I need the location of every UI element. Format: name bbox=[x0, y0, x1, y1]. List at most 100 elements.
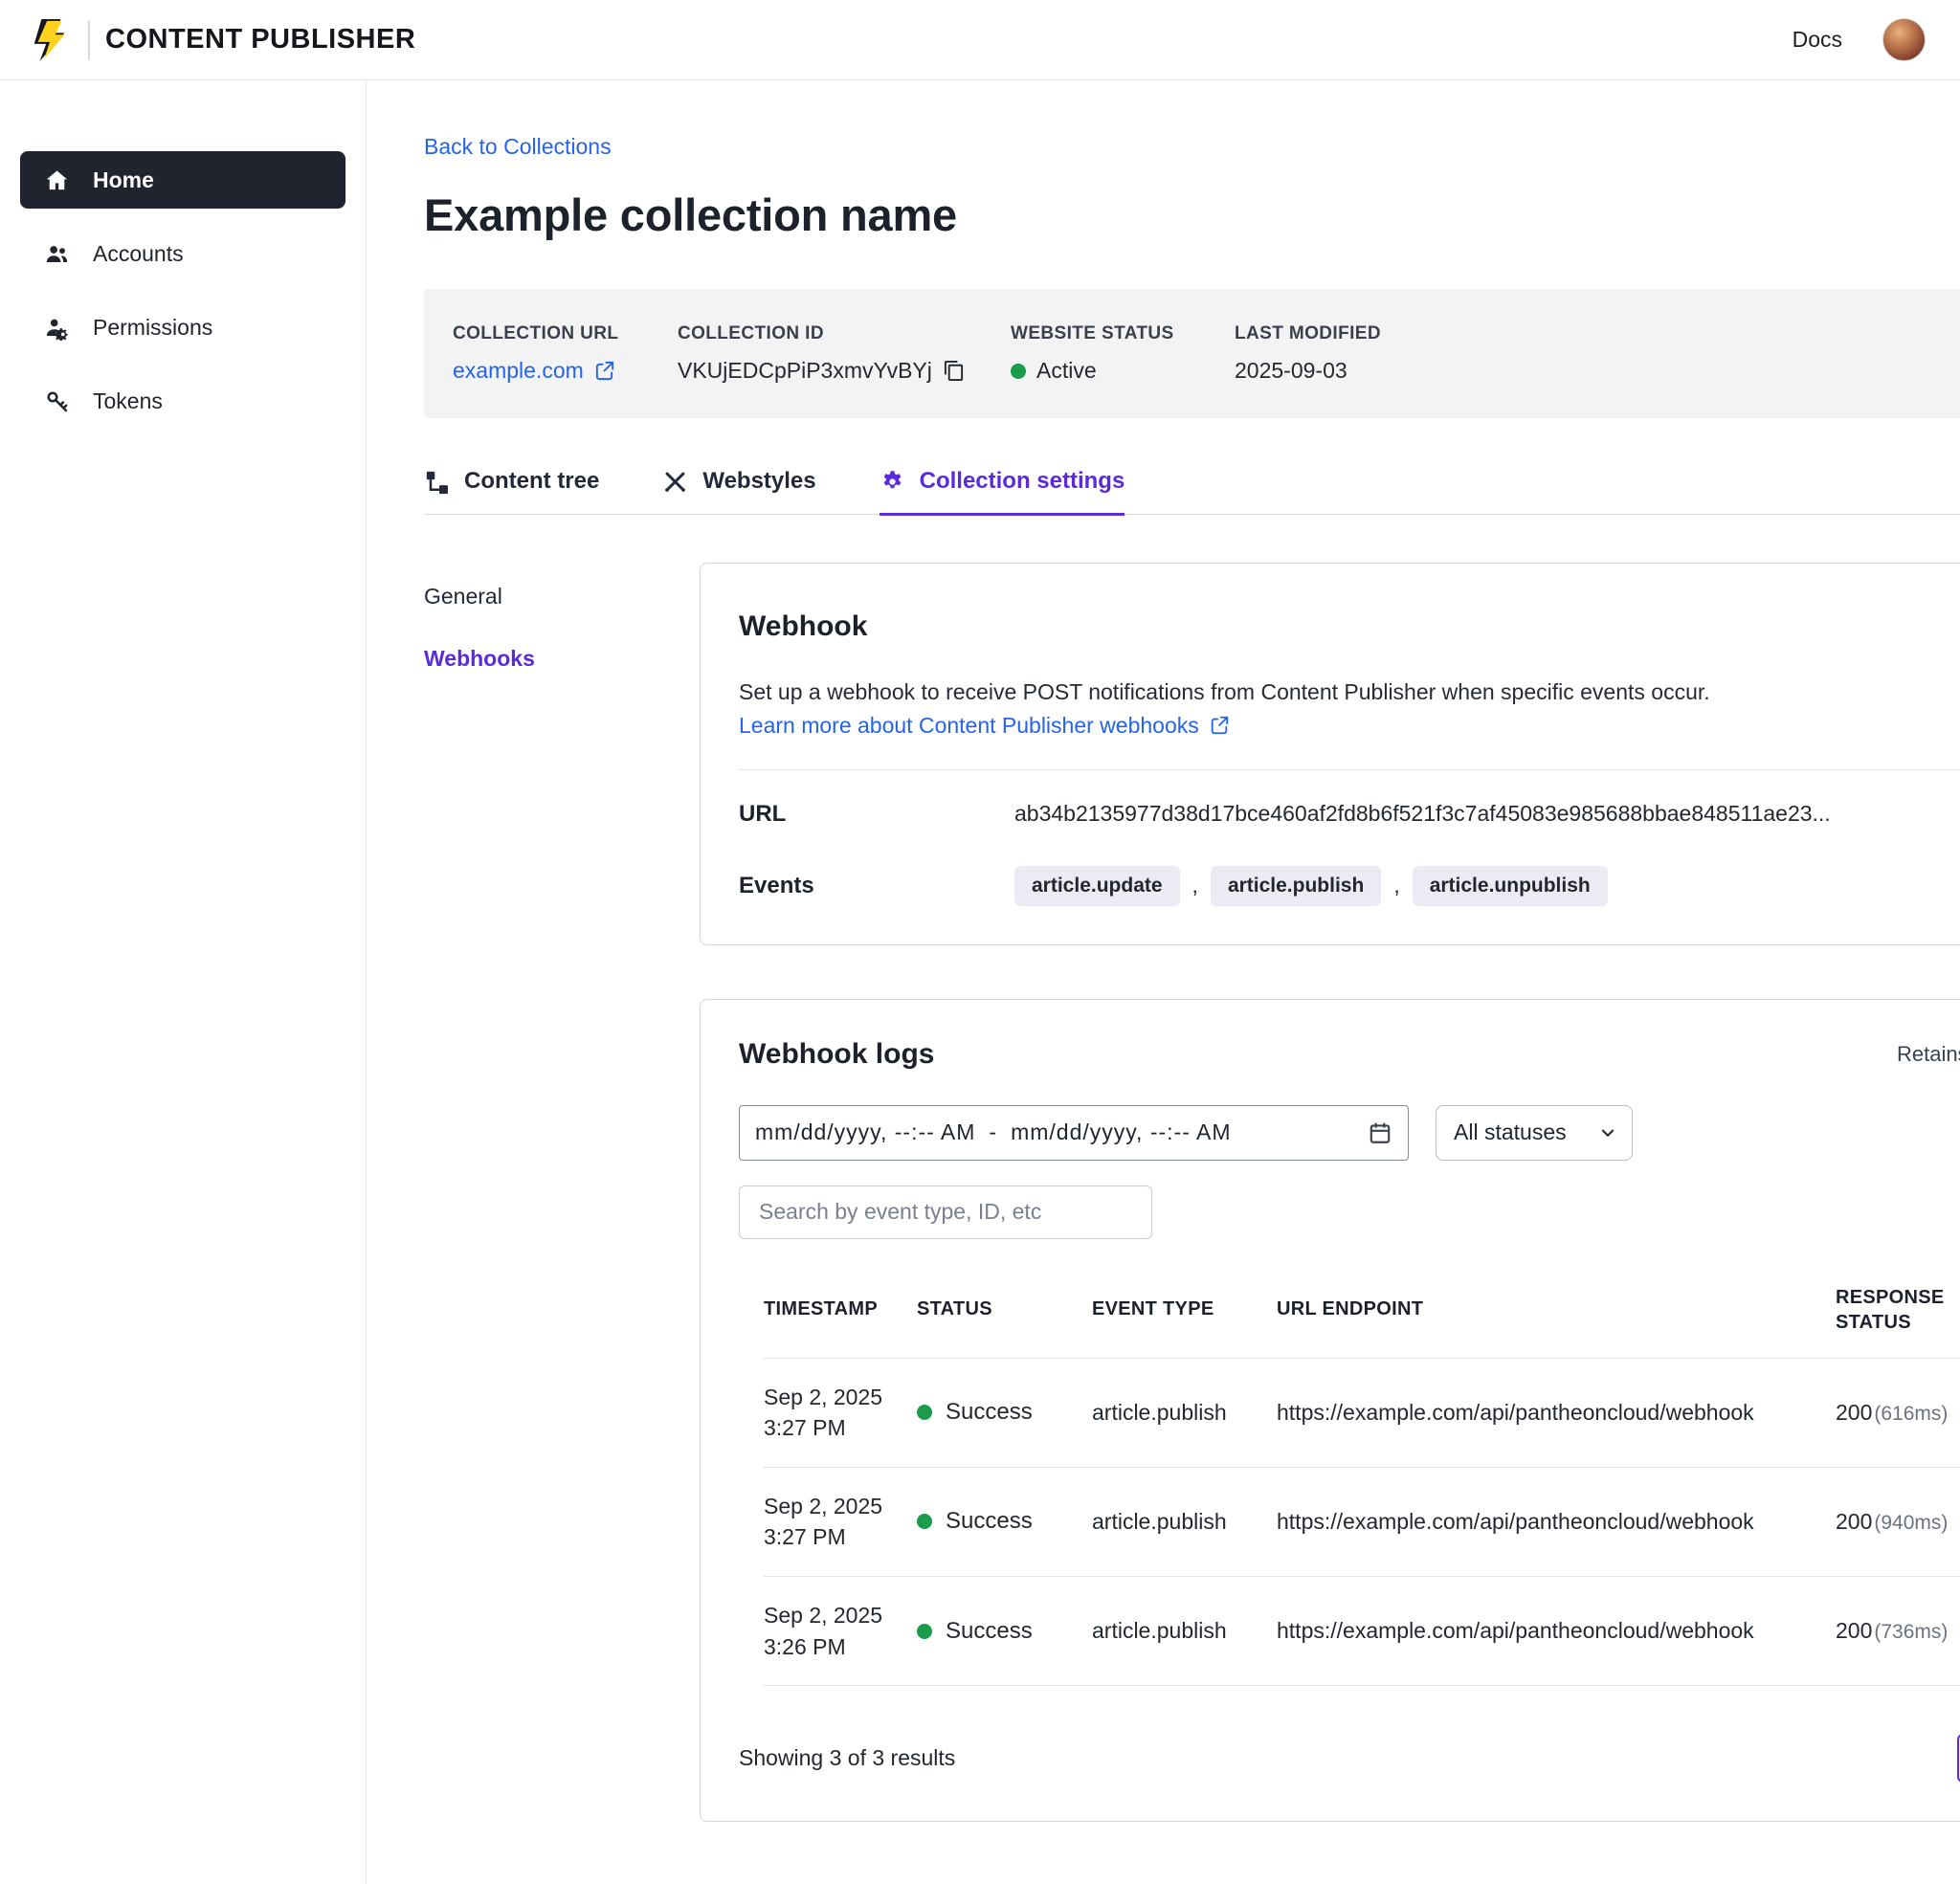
users-icon bbox=[44, 241, 70, 267]
tab-content-tree[interactable]: Content tree bbox=[424, 468, 599, 516]
results-summary: Showing 3 of 3 results bbox=[739, 1745, 955, 1771]
key-icon bbox=[44, 388, 70, 414]
back-to-collections-link[interactable]: Back to Collections bbox=[424, 134, 612, 160]
status-filter-value: All statuses bbox=[1454, 1119, 1567, 1145]
log-row: Sep 2, 2025 3:27 PM Success article.publ… bbox=[764, 1467, 1960, 1576]
log-event-type: article.publish bbox=[1092, 1577, 1277, 1686]
subnav-item-webhooks[interactable]: Webhooks bbox=[424, 646, 700, 672]
divider bbox=[739, 769, 1960, 770]
col-event-type: EVENT TYPE bbox=[1092, 1279, 1277, 1359]
chevron-down-icon bbox=[1597, 1122, 1618, 1143]
event-chip: article.unpublish bbox=[1413, 866, 1608, 906]
status-dot bbox=[1011, 364, 1026, 379]
docs-link[interactable]: Docs bbox=[1793, 27, 1842, 53]
main-content: Back to Collections Example collection n… bbox=[367, 80, 1960, 1884]
website-status-block: WEBSITE STATUS Active bbox=[1011, 323, 1235, 384]
last-modified-value: 2025-09-03 bbox=[1235, 358, 1348, 384]
settings-subnav: General Webhooks bbox=[424, 563, 700, 708]
collection-url-link[interactable]: example.com bbox=[453, 358, 615, 384]
brand: CONTENT PUBLISHER bbox=[29, 18, 415, 62]
tools-icon bbox=[662, 469, 688, 495]
log-event-type: article.publish bbox=[1092, 1467, 1277, 1576]
collection-url-label: COLLECTION URL bbox=[453, 323, 678, 344]
sidebar-item-label: Home bbox=[93, 167, 154, 193]
col-status: STATUS bbox=[917, 1279, 1092, 1359]
status-dot bbox=[917, 1514, 932, 1529]
log-url-endpoint: https://example.com/api/pantheoncloud/we… bbox=[1277, 1358, 1836, 1467]
event-chip: article.publish bbox=[1211, 866, 1381, 906]
sidebar-item-permissions[interactable]: Permissions bbox=[20, 299, 345, 356]
gear-icon bbox=[880, 469, 905, 495]
status-dot bbox=[917, 1624, 932, 1639]
sidebar-item-tokens[interactable]: Tokens bbox=[20, 372, 345, 430]
last-modified-label: LAST MODIFIED bbox=[1235, 323, 1936, 344]
log-timestamp: Sep 2, 2025 3:26 PM bbox=[764, 1577, 917, 1686]
webhook-events-label: Events bbox=[739, 873, 1014, 899]
external-link-icon bbox=[1209, 715, 1230, 736]
collection-tabs: Content tree Webstyles bbox=[424, 468, 1960, 515]
collection-url-block: COLLECTION URL example.com bbox=[453, 323, 678, 384]
brand-name: CONTENT PUBLISHER bbox=[105, 24, 415, 55]
webhook-url-value: ab34b2135977d38d17bce460af2fd8b6f521f3c7… bbox=[1014, 801, 1831, 827]
sidebar-item-home[interactable]: Home bbox=[20, 151, 345, 209]
date-end-placeholder: mm/dd/yyyy, --:-- AM bbox=[1011, 1119, 1231, 1145]
tree-icon bbox=[424, 469, 450, 495]
webhook-description: Set up a webhook to receive POST notific… bbox=[739, 676, 1960, 709]
sidebar-item-label: Permissions bbox=[93, 315, 212, 341]
learn-more-link[interactable]: Learn more about Content Publisher webho… bbox=[739, 713, 1230, 739]
date-start-placeholder: mm/dd/yyyy, --:-- AM bbox=[755, 1119, 975, 1145]
col-url-endpoint: URL ENDPOINT bbox=[1277, 1279, 1836, 1359]
log-response: 200(616ms) bbox=[1836, 1358, 1960, 1467]
log-url-endpoint: https://example.com/api/pantheoncloud/we… bbox=[1277, 1577, 1836, 1686]
status-filter-select[interactable]: All statuses bbox=[1436, 1105, 1633, 1161]
log-response: 200(940ms) bbox=[1836, 1467, 1960, 1576]
col-timestamp: TIMESTAMP bbox=[764, 1279, 917, 1359]
date-range-separator: - bbox=[989, 1119, 997, 1145]
log-timestamp: Sep 2, 2025 3:27 PM bbox=[764, 1358, 917, 1467]
retention-note: Retains logs for 30 days bbox=[1897, 1042, 1960, 1067]
logo-lightning-icon bbox=[29, 18, 73, 62]
collection-id-block: COLLECTION ID VKUjEDCpPiP3xmvYvBYj bbox=[678, 323, 1011, 384]
sidebar-item-label: Tokens bbox=[93, 388, 163, 414]
collection-id-value: VKUjEDCpPiP3xmvYvBYj bbox=[678, 358, 932, 384]
calendar-icon[interactable] bbox=[1368, 1120, 1392, 1145]
website-status-label: WEBSITE STATUS bbox=[1011, 323, 1235, 344]
log-row: Sep 2, 2025 3:26 PM Success article.publ… bbox=[764, 1577, 1960, 1686]
search-input[interactable] bbox=[739, 1186, 1152, 1239]
website-status-value: Active bbox=[1036, 358, 1097, 384]
home-icon bbox=[44, 167, 70, 193]
webhook-logs-card: Webhook logs Retains logs for 30 days mm… bbox=[700, 999, 1960, 1823]
log-timestamp: Sep 2, 2025 3:27 PM bbox=[764, 1467, 917, 1576]
log-status: Success bbox=[917, 1467, 1092, 1576]
date-range-input[interactable]: mm/dd/yyyy, --:-- AM - mm/dd/yyyy, --:--… bbox=[739, 1105, 1409, 1161]
status-dot bbox=[917, 1405, 932, 1420]
log-status: Success bbox=[917, 1358, 1092, 1467]
last-modified-block: LAST MODIFIED 2025-09-03 bbox=[1235, 323, 1936, 384]
webhook-card-title: Webhook bbox=[739, 610, 867, 643]
sidebar-item-accounts[interactable]: Accounts bbox=[20, 225, 345, 282]
subnav-item-general[interactable]: General bbox=[424, 584, 700, 610]
tab-webstyles[interactable]: Webstyles bbox=[662, 468, 815, 516]
user-gear-icon bbox=[44, 315, 70, 341]
sidebar: Home Accounts Pe bbox=[0, 80, 367, 1884]
sidebar-item-label: Accounts bbox=[93, 241, 184, 267]
event-chip: article.update bbox=[1014, 866, 1180, 906]
logs-header-row: TIMESTAMP STATUS EVENT TYPE URL ENDPOINT… bbox=[764, 1279, 1960, 1359]
webhook-url-row: URL ab34b2135977d38d17bce460af2fd8b6f521… bbox=[739, 801, 1960, 828]
log-url-endpoint: https://example.com/api/pantheoncloud/we… bbox=[1277, 1467, 1836, 1576]
webhook-card: Webhook Edit Se bbox=[700, 563, 1960, 945]
page-title: Example collection name bbox=[424, 188, 1960, 241]
avatar[interactable] bbox=[1882, 18, 1926, 61]
webhook-logs-title: Webhook logs bbox=[739, 1038, 934, 1071]
log-response: 200(736ms) bbox=[1836, 1577, 1960, 1686]
log-status: Success bbox=[917, 1577, 1092, 1686]
external-link-icon bbox=[593, 360, 615, 382]
log-row: Sep 2, 2025 3:27 PM Success article.publ… bbox=[764, 1358, 1960, 1467]
copy-icon[interactable] bbox=[943, 360, 965, 382]
col-response-status: RESPONSE STATUS bbox=[1836, 1279, 1960, 1359]
tab-collection-settings[interactable]: Collection settings bbox=[880, 468, 1125, 516]
brand-divider bbox=[88, 20, 90, 60]
webhook-url-label: URL bbox=[739, 801, 1014, 828]
log-event-type: article.publish bbox=[1092, 1358, 1277, 1467]
collection-id-label: COLLECTION ID bbox=[678, 323, 1011, 344]
